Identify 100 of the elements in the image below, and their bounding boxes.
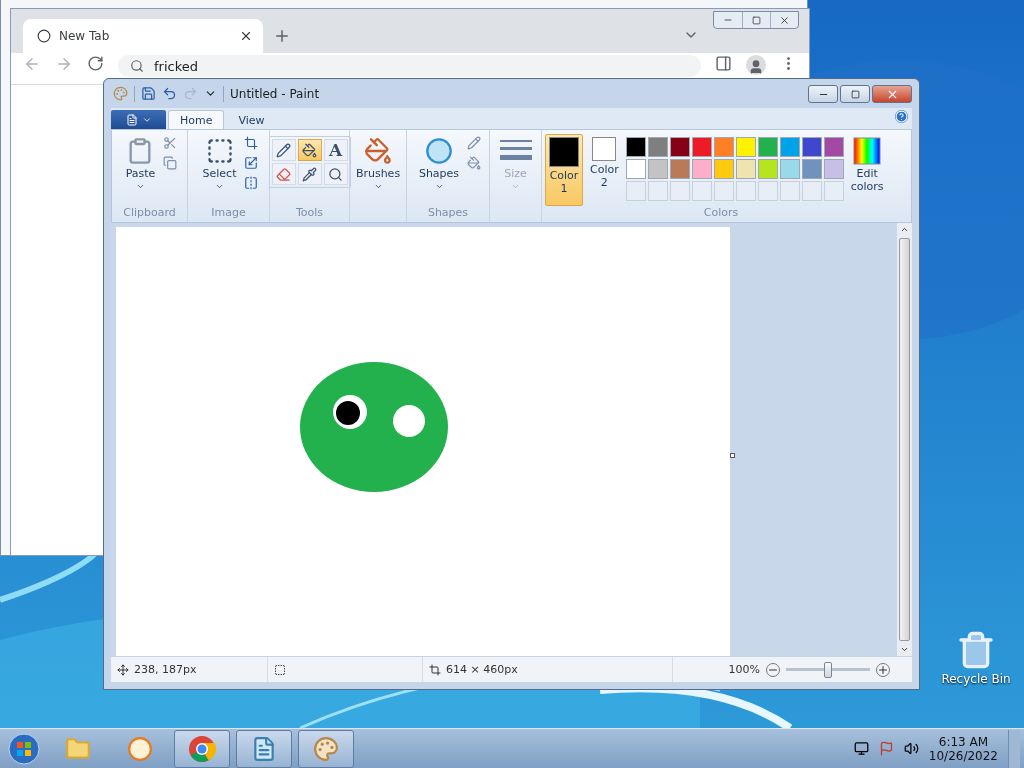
scrollbar[interactable] — [897, 223, 912, 656]
back-icon[interactable] — [23, 55, 41, 73]
cursor-position: 238, 187px — [134, 663, 197, 676]
show-desktop-button[interactable] — [1008, 729, 1020, 768]
taskbar-button[interactable] — [236, 729, 292, 768]
tool-button[interactable] — [323, 163, 348, 185]
brushes-button[interactable]: Brushes — [351, 134, 405, 206]
side-panel-icon[interactable] — [715, 55, 732, 72]
save-icon[interactable] — [141, 86, 156, 101]
palette-color[interactable] — [757, 137, 778, 157]
scrollbar-thumb[interactable] — [899, 238, 910, 641]
group-label: Clipboard — [122, 206, 177, 220]
caret-icon — [511, 182, 520, 191]
scroll-up-icon[interactable] — [900, 225, 909, 234]
palette-color[interactable] — [625, 137, 646, 157]
scroll-down-icon[interactable] — [900, 645, 909, 654]
canvas-size-icon — [429, 663, 441, 676]
palette-color[interactable] — [647, 159, 668, 179]
palette-color[interactable] — [735, 137, 756, 157]
ribbon-tab[interactable]: View — [226, 110, 277, 129]
caret-icon — [434, 182, 444, 191]
group-label: Colors — [702, 206, 740, 220]
palette-color[interactable] — [713, 137, 734, 157]
caret-icon — [215, 182, 224, 191]
canvas-size: 614 × 460px — [446, 663, 518, 676]
resize-icon[interactable] — [244, 156, 259, 170]
volume-icon[interactable] — [903, 741, 919, 756]
notepad-icon — [251, 735, 277, 762]
edit-colors-button[interactable]: Edit colors — [846, 134, 888, 206]
eraser-icon — [276, 166, 291, 182]
new-tab-icon[interactable] — [273, 27, 291, 45]
pipette-icon — [302, 166, 317, 182]
palette-color[interactable] — [823, 159, 844, 179]
palette-color[interactable] — [779, 159, 800, 179]
shapes-icon — [425, 137, 453, 165]
fill-icon[interactable] — [467, 156, 482, 170]
window-title: Untitled - Paint — [230, 86, 320, 101]
maximize-icon — [752, 15, 761, 25]
copy-icon[interactable] — [163, 156, 178, 170]
crop-icon[interactable] — [244, 136, 259, 150]
caret-icon — [136, 182, 145, 191]
palette-color[interactable] — [779, 137, 800, 157]
address-bar[interactable]: fricked — [118, 55, 701, 77]
paint-bucket-icon — [302, 142, 317, 158]
search-icon — [130, 59, 144, 73]
palette-color[interactable] — [713, 159, 734, 179]
profile-avatar[interactable] — [746, 55, 766, 75]
palette-color[interactable] — [625, 159, 646, 179]
palette-color[interactable] — [735, 159, 756, 179]
close-icon — [779, 14, 790, 26]
reload-icon[interactable] — [87, 55, 104, 72]
palette-color[interactable] — [801, 137, 822, 157]
pencil-icon — [276, 142, 291, 158]
color-slot-button[interactable]: Color 1 — [545, 134, 583, 206]
group-label: Shapes — [426, 206, 470, 220]
undo-icon[interactable] — [162, 86, 177, 101]
network-icon[interactable] — [853, 741, 869, 756]
color-slot-button[interactable]: Color 2 — [586, 134, 623, 206]
clock[interactable]: 6:13 AM 10/26/2022 — [928, 734, 998, 763]
zoom-level: 100% — [728, 663, 760, 676]
maximize-button[interactable] — [840, 85, 870, 103]
palette-color[interactable] — [757, 159, 778, 179]
tool-button[interactable] — [271, 139, 296, 161]
file-menu-button[interactable] — [111, 110, 166, 129]
color-spectrum-icon — [853, 137, 882, 165]
palette-color[interactable] — [801, 159, 822, 179]
palette-color[interactable] — [691, 137, 712, 157]
cut-icon[interactable] — [163, 136, 178, 150]
palette-color[interactable] — [647, 137, 668, 157]
maximize-icon — [850, 89, 860, 99]
browser-tab[interactable]: New Tab — [23, 19, 263, 53]
palette-icon — [113, 86, 128, 101]
ribbon-tab[interactable]: Home — [168, 110, 225, 129]
slider-thumb[interactable] — [824, 661, 832, 678]
close-button[interactable] — [872, 85, 912, 103]
outline-icon[interactable] — [467, 136, 482, 150]
tool-button[interactable] — [271, 163, 296, 185]
shapes-button[interactable]: Shapes — [414, 134, 464, 206]
tool-button[interactable]: A — [323, 139, 348, 161]
group-label: Image — [210, 206, 247, 220]
folder-icon — [65, 735, 91, 762]
minimize-button[interactable] — [808, 85, 838, 103]
palette-color[interactable] — [823, 137, 844, 157]
taskbar-button[interactable] — [174, 729, 230, 768]
palette-icon — [313, 735, 339, 762]
paste-button[interactable]: Paste — [121, 134, 160, 206]
help-icon[interactable] — [895, 110, 908, 123]
resize-handle[interactable] — [730, 453, 735, 458]
select-button[interactable]: Select — [198, 134, 241, 206]
tool-button[interactable] — [297, 163, 322, 185]
tool-button[interactable] — [297, 139, 322, 161]
close-icon[interactable] — [239, 29, 253, 43]
forward-icon[interactable] — [55, 55, 73, 73]
taskbar-button[interactable] — [298, 729, 354, 768]
group-label: Tools — [294, 206, 325, 220]
palette-color[interactable] — [669, 137, 690, 157]
windows-logo-icon — [8, 732, 40, 765]
palette-color[interactable] — [669, 159, 690, 179]
flag-icon[interactable] — [878, 741, 894, 756]
palette-color[interactable] — [691, 159, 712, 179]
